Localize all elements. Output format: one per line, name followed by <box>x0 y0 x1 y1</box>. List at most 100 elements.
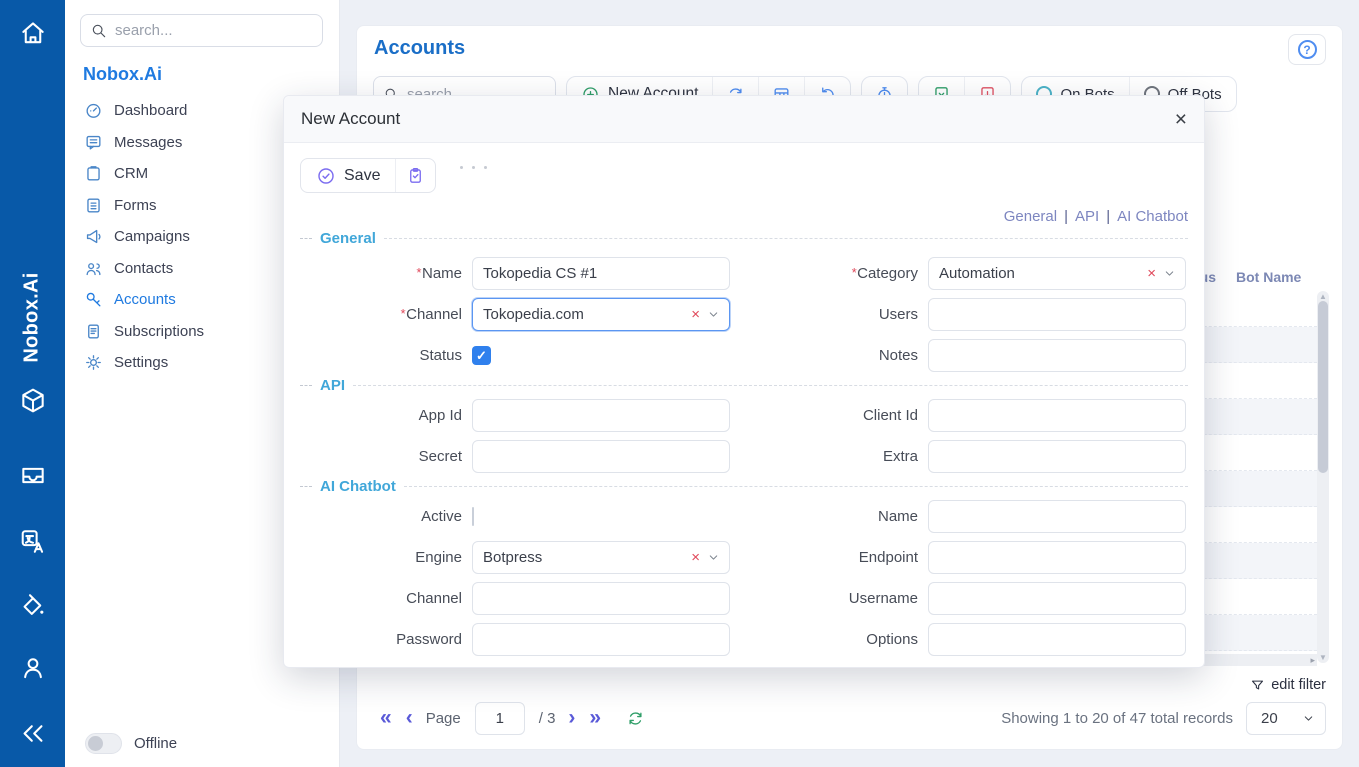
close-icon[interactable]: × <box>1175 109 1187 130</box>
more-options-dots[interactable] <box>460 166 487 169</box>
chevron-down-icon <box>707 551 720 564</box>
key-icon <box>84 290 103 309</box>
channel-select[interactable]: Tokopedia.com × <box>472 298 730 331</box>
name-label: Name <box>422 265 462 282</box>
clipboard-button[interactable] <box>395 159 435 192</box>
crm-icon <box>84 164 103 183</box>
active-label: Active <box>300 508 462 525</box>
clear-icon[interactable]: × <box>1147 265 1156 282</box>
client-id-field[interactable] <box>928 399 1186 432</box>
page-title: Accounts <box>374 37 465 60</box>
engine-label: Engine <box>300 549 462 566</box>
username-field[interactable] <box>928 582 1186 615</box>
last-page-button[interactable]: » <box>582 706 608 730</box>
section-api: API <box>300 376 1188 394</box>
category-select[interactable]: Automation × <box>928 257 1186 290</box>
app-id-field[interactable] <box>472 399 730 432</box>
status-checkbox[interactable]: ✓ <box>472 346 491 365</box>
clear-icon[interactable]: × <box>691 549 700 566</box>
form-row: Engine Botpress × Endpoint <box>300 541 1188 574</box>
modal-toolbar: Save <box>300 158 1188 193</box>
page-number-input[interactable] <box>475 702 525 735</box>
home-icon[interactable] <box>18 18 47 52</box>
page-label: Page <box>426 710 461 727</box>
search-icon <box>91 23 107 39</box>
page-size-select[interactable]: 20 <box>1246 702 1326 735</box>
clipboard-check-icon <box>406 166 425 185</box>
dashboard-icon <box>84 101 103 120</box>
pagination-bar: « ‹ Page / 3 › » Showing 1 to 20 of 47 t… <box>373 700 1326 736</box>
paint-bucket-icon[interactable] <box>18 591 47 625</box>
ai-channel-field[interactable] <box>472 582 730 615</box>
anchor-ai-chatbot[interactable]: AI Chatbot <box>1117 208 1188 225</box>
scrollbar-thumb[interactable] <box>1318 301 1328 473</box>
form-row: Secret Extra <box>300 440 1188 473</box>
new-account-modal: New Account × Save General | API | AI Ch… <box>283 95 1205 668</box>
user-icon[interactable] <box>18 653 47 687</box>
next-page-button[interactable]: › <box>561 706 582 730</box>
channel-label: Channel <box>406 306 462 323</box>
extra-label: Extra <box>740 448 918 465</box>
refresh-icon <box>626 709 645 728</box>
name-field[interactable] <box>472 257 730 290</box>
secret-field[interactable] <box>472 440 730 473</box>
endpoint-label: Endpoint <box>740 549 918 566</box>
section-general: General <box>300 229 1188 247</box>
users-label: Users <box>740 306 918 323</box>
contacts-icon <box>84 259 103 278</box>
vertical-scrollbar[interactable]: ▲ ▼ <box>1317 291 1329 663</box>
form-row: *Name *Category Automation × <box>300 257 1188 290</box>
save-button[interactable]: Save <box>301 159 395 192</box>
anchor-api[interactable]: API <box>1075 208 1099 225</box>
form-row: Status ✓ Notes <box>300 339 1188 372</box>
app-rail: Nobox.Ai <box>0 0 65 767</box>
form-row: *Channel Tokopedia.com × Users <box>300 298 1188 331</box>
form-row: Password Options <box>300 623 1188 656</box>
translate-icon[interactable] <box>18 527 47 561</box>
section-anchors: General | API | AI Chatbot <box>300 207 1188 225</box>
reload-list-button[interactable] <box>626 709 645 728</box>
forms-icon <box>84 196 103 215</box>
inbox-icon[interactable] <box>18 461 47 495</box>
clear-icon[interactable]: × <box>691 306 700 323</box>
package-icon[interactable] <box>18 386 47 420</box>
gear-icon <box>84 353 103 372</box>
column-header-bot-name[interactable]: Bot Name <box>1236 269 1301 285</box>
modal-title: New Account <box>301 109 400 129</box>
extra-field[interactable] <box>928 440 1186 473</box>
help-button[interactable]: ? <box>1288 34 1326 65</box>
status-label: Status <box>300 347 462 364</box>
sidebar-search[interactable] <box>80 14 323 47</box>
brand-title: Nobox.Ai <box>83 64 339 85</box>
active-checkbox[interactable] <box>472 507 474 526</box>
help-icon: ? <box>1298 40 1317 59</box>
category-label: Category <box>857 265 918 282</box>
secret-label: Secret <box>300 448 462 465</box>
sidebar-search-input[interactable] <box>115 22 312 39</box>
records-summary: Showing 1 to 20 of 47 total records <box>1001 710 1233 727</box>
scroll-up-icon[interactable]: ▲ <box>1317 292 1329 301</box>
modal-header: New Account × <box>284 96 1204 143</box>
options-field[interactable] <box>928 623 1186 656</box>
rail-logo: Nobox.Ai <box>0 243 65 391</box>
collapse-sidebar-icon[interactable] <box>18 719 47 753</box>
scroll-down-icon[interactable]: ▼ <box>1317 653 1329 662</box>
offline-row: Offline <box>85 733 177 754</box>
form-row: Active Name <box>300 500 1188 533</box>
password-label: Password <box>300 631 462 648</box>
endpoint-field[interactable] <box>928 541 1186 574</box>
chevron-down-icon <box>1302 712 1315 725</box>
ai-name-field[interactable] <box>928 500 1186 533</box>
engine-select[interactable]: Botpress × <box>472 541 730 574</box>
offline-toggle[interactable] <box>85 733 122 754</box>
first-page-button[interactable]: « <box>373 706 399 730</box>
notes-field[interactable] <box>928 339 1186 372</box>
prev-page-button[interactable]: ‹ <box>399 706 420 730</box>
users-field[interactable] <box>928 298 1186 331</box>
password-field[interactable] <box>472 623 730 656</box>
edit-filter-button[interactable]: edit filter <box>1250 677 1326 693</box>
scroll-right-icon[interactable]: ▸ <box>1310 654 1315 666</box>
section-ai-chatbot: AI Chatbot <box>300 477 1188 495</box>
anchor-general[interactable]: General <box>1004 208 1057 225</box>
ai-name-label: Name <box>740 508 918 525</box>
